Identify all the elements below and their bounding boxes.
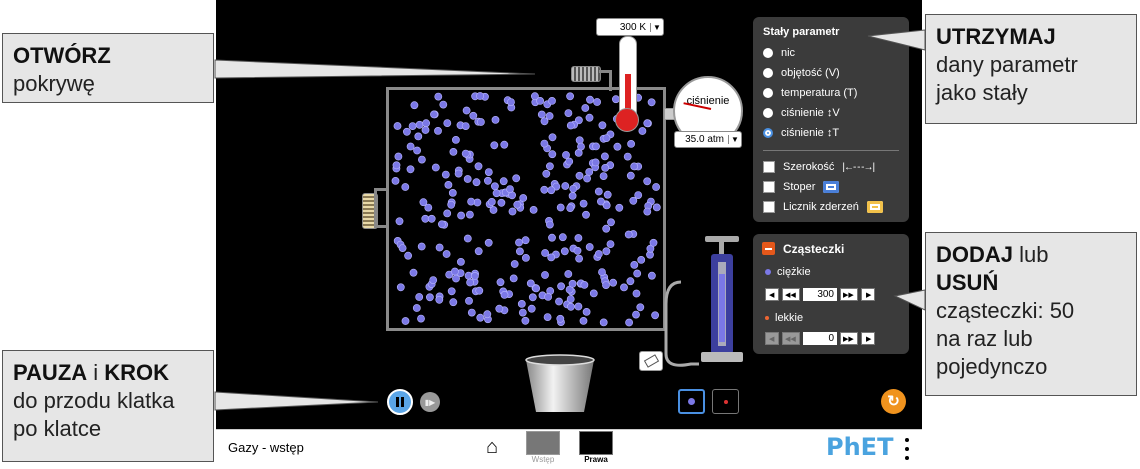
callout-text: do przodu klatka po klatce — [13, 388, 175, 441]
callout-connector: lub — [1013, 242, 1049, 267]
callout-hold-parameter: UTRZYMAJ dany parametr jako stały — [925, 14, 1137, 124]
callout-bold: OTWÓRZ — [13, 43, 111, 68]
callout-bold: DODAJ — [936, 242, 1014, 267]
callout-connector: i — [87, 360, 105, 385]
callout-text: pokrywę — [13, 71, 95, 96]
callout-bold: KROK — [104, 360, 170, 385]
callout-add-remove: DODAJ lub USUŃ cząsteczki: 50 na raz lub… — [925, 232, 1137, 396]
callout-bold: UTRZYMAJ — [936, 24, 1056, 49]
callout-text: cząsteczki: 50 na raz lub pojedynczo — [936, 298, 1075, 379]
callout-open-lid: OTWÓRZ pokrywę — [2, 33, 214, 103]
callout-bold: PAUZA — [13, 360, 88, 385]
callout-text: dany parametr jako stały — [936, 52, 1078, 105]
callout-bold: USUŃ — [936, 270, 999, 295]
callout-pause-step: PAUZA i KROK do przodu klatka po klatce — [2, 350, 214, 462]
